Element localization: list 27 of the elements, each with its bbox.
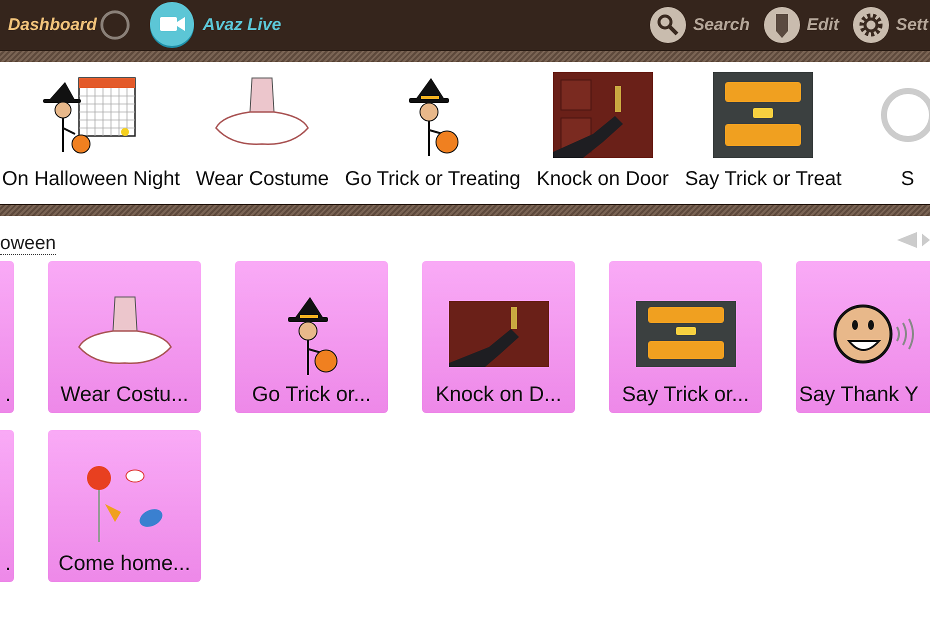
symbol-label: Wear Costume	[196, 168, 329, 191]
video-camera-icon	[148, 2, 195, 48]
left-arrow-icon[interactable]	[897, 232, 917, 248]
symbol-label: Knock on Door	[536, 168, 669, 191]
breadcrumb-link[interactable]: oween	[0, 234, 56, 254]
symbol-tile[interactable]: .	[0, 261, 14, 413]
symbol-label: Go Trick or Treating	[344, 168, 521, 191]
symbol-tile[interactable]: Say Trick or...	[609, 261, 762, 413]
settings-icon	[852, 7, 889, 43]
symbol-label: Say Trick or Treat	[684, 168, 842, 191]
symbol-tile[interactable]: Go Trick or...	[235, 261, 388, 413]
edit-button[interactable]: Edit	[764, 7, 839, 43]
symbol-tile[interactable]: Come home...	[48, 430, 201, 582]
right-arrow-icon[interactable]	[922, 232, 930, 248]
search-button[interactable]: Search	[650, 7, 750, 43]
symbol-tile[interactable]: Say Thank Y	[796, 261, 930, 413]
settings-button[interactable]: Sett	[852, 7, 928, 43]
live-button[interactable]: Avaz Live	[148, 2, 282, 48]
dashboard-link[interactable]: Dashboard	[8, 15, 97, 35]
pencil-icon	[764, 7, 800, 43]
symbol-label: On Halloween Night	[2, 168, 180, 191]
search-icon	[650, 7, 686, 43]
ring-icon	[98, 9, 131, 41]
symbol-tile[interactable]: Knock on D...	[422, 261, 575, 413]
symbol-tile[interactable]: .	[0, 430, 14, 582]
symbol-tile[interactable]: Wear Costu...	[48, 261, 201, 413]
symbol-label: S	[900, 168, 914, 191]
